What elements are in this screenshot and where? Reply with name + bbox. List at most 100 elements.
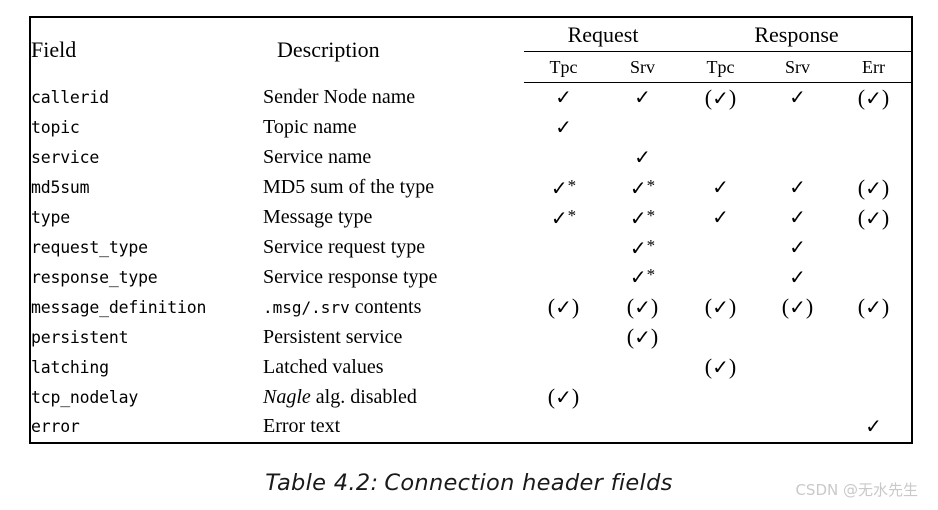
- cell-response-err: [836, 382, 911, 412]
- cell-request-tpc: [524, 352, 603, 382]
- cell-description: Topic name: [263, 116, 357, 139]
- cell-response-tpc: [682, 143, 759, 173]
- cell-request-tpc: [524, 262, 603, 292]
- cell-description: Latched values: [263, 355, 384, 378]
- cell-description: Persistent service: [263, 325, 403, 348]
- cell-description: Sender Node name: [263, 86, 416, 109]
- table-row: error Error text ✓: [31, 412, 911, 442]
- cell-field: request_type: [31, 238, 148, 257]
- table-row: md5sum MD5 sum of the type ✓* ✓* ✓ ✓ (✓): [31, 173, 911, 203]
- cell-request-tpc: ✓*: [550, 205, 577, 230]
- cell-field: latching: [31, 357, 109, 377]
- table-row: message_definition .msg/.srv contents (✓) (…: [31, 292, 911, 322]
- cell-description: Nagle alg. disabled: [263, 385, 417, 408]
- cell-description: Error text: [263, 415, 341, 438]
- cell-request-srv: ✓*: [629, 175, 656, 200]
- table-head: Field Description Request Response Tpc S…: [31, 18, 912, 83]
- cell-request-srv: [603, 352, 682, 382]
- cell-response-tpc: (✓): [704, 354, 737, 380]
- column-group-header-response: Response: [682, 18, 912, 53]
- cell-field: type: [31, 208, 70, 228]
- cell-field: callerid: [31, 88, 109, 108]
- cell-field: md5sum: [31, 178, 90, 198]
- table-body: callerid Sender Node name ✓ ✓ (✓) ✓ (✓) topic To…: [31, 83, 911, 443]
- cell-field: message_definition: [31, 297, 207, 317]
- cell-field: service: [31, 148, 100, 168]
- table-row: topic Topic name ✓: [31, 113, 911, 143]
- table-row: callerid Sender Node name ✓ ✓ (✓) ✓ (✓): [31, 83, 911, 113]
- cell-field: error: [31, 417, 80, 437]
- cell-response-srv: [759, 412, 836, 442]
- cell-response-srv: ✓: [789, 87, 806, 110]
- cell-response-err: (✓): [857, 204, 890, 230]
- caption-number: Table 4.2:: [265, 470, 379, 496]
- cell-request-tpc: ✓*: [550, 175, 577, 200]
- table-row: service Service name ✓: [31, 143, 911, 173]
- connection-header-table: Field Description Request Response Tpc S…: [29, 16, 913, 444]
- cell-response-err: (✓): [857, 294, 890, 320]
- column-header-request-srv: Srv: [603, 52, 683, 83]
- column-group-header-request: Request: [524, 18, 683, 53]
- caption-text: Connection header fields: [384, 470, 673, 496]
- cell-description: Message type: [263, 206, 373, 229]
- cell-response-err: [836, 262, 911, 292]
- table-row: latching Latched values (✓): [31, 352, 911, 382]
- cell-response-err: [836, 322, 911, 352]
- cell-response-tpc: [682, 382, 759, 412]
- cell-response-srv: [759, 113, 836, 143]
- column-header-description: Description: [277, 37, 380, 63]
- cell-request-srv: [603, 382, 682, 412]
- cell-response-err: [836, 352, 911, 382]
- cell-request-srv: ✓: [634, 87, 651, 110]
- cell-request-srv: (✓): [626, 324, 659, 350]
- cell-response-tpc: ✓: [712, 177, 729, 200]
- cell-request-tpc: [524, 322, 603, 352]
- cell-response-srv: [759, 143, 836, 173]
- cell-field: persistent: [31, 327, 129, 347]
- table-row: tcp_nodelay Nagle alg. disabled (✓): [31, 382, 911, 412]
- cell-response-srv: ✓: [789, 237, 806, 259]
- header-group-row: Field Description Request Response: [31, 18, 912, 62]
- cell-request-tpc: [524, 143, 603, 173]
- column-header-field: Field: [31, 37, 77, 63]
- cell-response-srv: [759, 382, 836, 412]
- cell-field: tcp_nodelay: [31, 387, 139, 407]
- cell-response-err: [836, 143, 911, 173]
- table-row: type Message type ✓* ✓* ✓ ✓ (✓): [31, 203, 911, 233]
- cell-request-srv: [603, 113, 682, 143]
- cell-request-srv: (✓): [626, 294, 659, 320]
- cell-response-srv: ✓: [789, 266, 806, 289]
- cell-request-srv: ✓: [634, 147, 651, 170]
- cell-response-srv: ✓: [789, 207, 806, 230]
- cell-description: Service response type: [263, 265, 438, 288]
- cell-description: .msg/.srv contents: [263, 295, 422, 318]
- cell-response-tpc: [682, 322, 759, 352]
- cell-response-err: [836, 113, 911, 143]
- csdn-watermark: CSDN @无水先生: [795, 481, 918, 499]
- cell-request-tpc: ✓: [555, 87, 572, 110]
- cell-request-tpc: [524, 412, 603, 442]
- cell-response-tpc: [682, 233, 759, 263]
- cell-response-err: [836, 233, 911, 263]
- cell-description: Service name: [263, 146, 372, 169]
- cell-field: topic: [31, 118, 80, 138]
- cell-response-tpc: ✓: [712, 207, 729, 230]
- cell-description: Service request type: [263, 236, 426, 258]
- cell-request-tpc: [524, 233, 603, 263]
- cell-response-tpc: [682, 412, 759, 442]
- cell-response-err: (✓): [857, 84, 890, 110]
- table: Field Description Request Response Tpc S…: [31, 18, 912, 443]
- cell-description: MD5 sum of the type: [263, 176, 435, 199]
- cell-response-srv: ✓: [789, 177, 806, 200]
- cell-request-tpc: (✓): [547, 294, 580, 320]
- cell-request-srv: ✓*: [629, 265, 656, 290]
- cell-request-tpc: (✓): [547, 384, 580, 410]
- cell-request-srv: ✓*: [629, 235, 656, 260]
- cell-response-tpc: (✓): [704, 294, 737, 320]
- cell-response-tpc: (✓): [704, 84, 737, 110]
- cell-field: response_type: [31, 267, 158, 287]
- table-row: response_type Service response type ✓* ✓: [31, 262, 911, 292]
- table-row: persistent Persistent service (✓): [31, 322, 911, 352]
- cell-response-err: ✓: [865, 416, 882, 439]
- cell-response-srv: [759, 322, 836, 352]
